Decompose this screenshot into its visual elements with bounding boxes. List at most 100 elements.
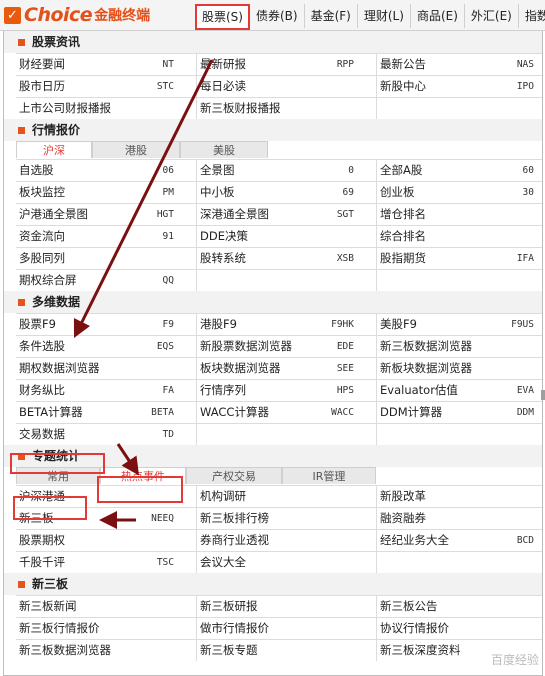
menu-item-label: 财务纵比 — [19, 383, 65, 397]
menu-item[interactable]: 新三板公告 — [376, 596, 545, 617]
menu-item[interactable]: 新三板专题 — [196, 640, 376, 661]
menu-item[interactable]: Evaluator估值 EVA — [376, 380, 545, 401]
menu-item[interactable]: 新股改革 — [376, 486, 545, 507]
menu-item-shortcut: HGT — [156, 209, 174, 220]
section-bullet-icon — [18, 453, 25, 460]
menu-index[interactable]: 指数 — [519, 4, 545, 28]
menu-row: 条件选股 EQS 新股票数据浏览器 EDE 新三板数据浏览器 — [16, 335, 542, 357]
menu-item[interactable]: 新板块数据浏览器 — [376, 358, 545, 379]
menu-item[interactable]: 深港通全景图 SGT — [196, 204, 376, 225]
tab-topics-1[interactable]: 热点事件 — [100, 467, 186, 484]
brand-name: Choice — [24, 4, 93, 26]
menu-item[interactable]: 多股同列 — [16, 248, 196, 269]
menu-item-label: BETA计算器 — [19, 405, 83, 419]
section-title: 专题统计 — [32, 449, 81, 463]
menu-item[interactable]: 股市日历 STC — [16, 76, 196, 97]
menu-item[interactable]: 经纪业务大全 BCD — [376, 530, 545, 551]
tab-quotes-2[interactable]: 美股 — [180, 141, 268, 158]
menu-item-label: 融资融券 — [380, 511, 426, 525]
menu-item-label: 增仓排名 — [380, 207, 426, 221]
menu-item[interactable]: 新股票数据浏览器 EDE — [196, 336, 376, 357]
menu-item[interactable]: 港股F9 F9HK — [196, 314, 376, 335]
menu-item-label: 深港通全景图 — [200, 207, 269, 221]
menu-item[interactable]: 行情序列 HPS — [196, 380, 376, 401]
menu-item[interactable]: 股票期权 — [16, 530, 196, 551]
menu-item[interactable]: 资金流向 91 — [16, 226, 196, 247]
menu-item[interactable]: 千股千评 TSC — [16, 552, 196, 573]
menu-item[interactable]: 新三板研报 — [196, 596, 376, 617]
menu-row: 交易数据 TD — [16, 423, 542, 445]
menu-item[interactable]: 综合排名 — [376, 226, 545, 247]
menu-item-shortcut: PM — [162, 187, 174, 198]
menu-item[interactable]: 自选股 06 — [16, 160, 196, 181]
menu-item-label: 股指期货 — [380, 251, 426, 265]
menu-item[interactable]: 全部A股 60 — [376, 160, 545, 181]
tab-topics-2[interactable]: 产权交易 — [186, 467, 282, 484]
menu-item[interactable]: 上市公司财报播报 — [16, 98, 196, 119]
menu-item[interactable]: 增仓排名 — [376, 204, 545, 225]
menu-item[interactable]: 交易数据 TD — [16, 424, 196, 445]
menu-item[interactable]: 股票F9 F9 — [16, 314, 196, 335]
menu-item-shortcut: 69 — [342, 187, 354, 198]
menu-item[interactable]: 美股F9 F9US — [376, 314, 545, 335]
tab-topics-3[interactable]: IR管理 — [282, 467, 376, 484]
menu-item-label: 股转系统 — [200, 251, 246, 265]
menu-item[interactable]: 沪港通全景图 HGT — [16, 204, 196, 225]
tab-quotes-0[interactable]: 沪深 — [16, 141, 92, 158]
section-bullet-icon — [18, 299, 25, 306]
menu-item[interactable]: 财务纵比 FA — [16, 380, 196, 401]
scrollbar-thumb[interactable] — [541, 390, 545, 400]
menu-item-shortcut: TSC — [156, 557, 174, 568]
menu-item[interactable]: 最新公告 NAS — [376, 54, 545, 75]
tab-topics-0[interactable]: 常用 — [16, 467, 100, 484]
menu-item[interactable]: 新三板行情报价 — [16, 618, 196, 639]
menu-item[interactable]: 新三板数据浏览器 — [376, 336, 545, 357]
menu-item[interactable]: 期权数据浏览器 — [16, 358, 196, 379]
menu-row: 千股千评 TSC 会议大全 — [16, 551, 542, 573]
menu-item[interactable]: 条件选股 EQS — [16, 336, 196, 357]
menu-row: 财务纵比 FA 行情序列 HPS Evaluator估值 EVA — [16, 379, 542, 401]
menu-item[interactable]: 新三板 NEEQ — [16, 508, 196, 529]
menu-item[interactable]: BETA计算器 BETA — [16, 402, 196, 423]
tab-quotes-1[interactable]: 港股 — [92, 141, 180, 158]
menu-item[interactable]: 全景图 0 — [196, 160, 376, 181]
menu-item[interactable]: 创业板 30 — [376, 182, 545, 203]
menu-stocks[interactable]: 股票(S) — [195, 4, 250, 30]
menu-item[interactable]: DDM计算器 DDM — [376, 402, 545, 423]
menu-bonds[interactable]: 债券(B) — [250, 4, 305, 28]
menu-item[interactable]: 股指期货 IFA — [376, 248, 545, 269]
menu-item[interactable]: 会议大全 — [196, 552, 376, 573]
menu-item[interactable]: 券商行业透视 — [196, 530, 376, 551]
menu-item[interactable]: 股转系统 XSB — [196, 248, 376, 269]
menu-forex[interactable]: 外汇(E) — [465, 4, 519, 28]
menu-item-label: 股票期权 — [19, 533, 65, 547]
menu-item[interactable]: 协议行情报价 — [376, 618, 545, 639]
menu-item[interactable]: 中小板 69 — [196, 182, 376, 203]
menu-item[interactable]: 新三板排行榜 — [196, 508, 376, 529]
menu-item[interactable]: 做市行情报价 — [196, 618, 376, 639]
menu-item-label: 全部A股 — [380, 163, 423, 177]
menu-item-label: 新股改革 — [380, 489, 426, 503]
menu-item[interactable]: DDE决策 — [196, 226, 376, 247]
menu-item-label: 板块数据浏览器 — [200, 361, 281, 375]
menu-item[interactable]: 沪深港通 — [16, 486, 196, 507]
menu-item[interactable]: 每日必读 — [196, 76, 376, 97]
menu-item[interactable]: 板块数据浏览器 SEE — [196, 358, 376, 379]
menu-item[interactable]: 新三板财报播报 — [196, 98, 376, 119]
menu-item[interactable]: 财经要闻 NT — [16, 54, 196, 75]
menu-item-label: 自选股 — [19, 163, 54, 177]
menu-item[interactable]: 板块监控 PM — [16, 182, 196, 203]
menu-item[interactable]: 新三板数据浏览器 — [16, 640, 196, 661]
menu-item[interactable]: 机构调研 — [196, 486, 376, 507]
menu-item[interactable]: 最新研报 RPP — [196, 54, 376, 75]
menu-commodities[interactable]: 商品(E) — [411, 4, 465, 28]
menu-funds[interactable]: 基金(F) — [305, 4, 358, 28]
menu-row: 股票F9 F9 港股F9 F9HK 美股F9 F9US — [16, 313, 542, 335]
menu-item[interactable]: 融资融券 — [376, 508, 545, 529]
menu-item[interactable]: 新三板新闻 — [16, 596, 196, 617]
section-header-stock_info: 股票资讯 — [4, 31, 542, 53]
menu-item[interactable]: WACC计算器 WACC — [196, 402, 376, 423]
menu-wealth[interactable]: 理财(L) — [358, 4, 411, 28]
menu-item[interactable]: 期权综合屏 QQ — [16, 270, 196, 291]
menu-item[interactable]: 新股中心 IPO — [376, 76, 545, 97]
